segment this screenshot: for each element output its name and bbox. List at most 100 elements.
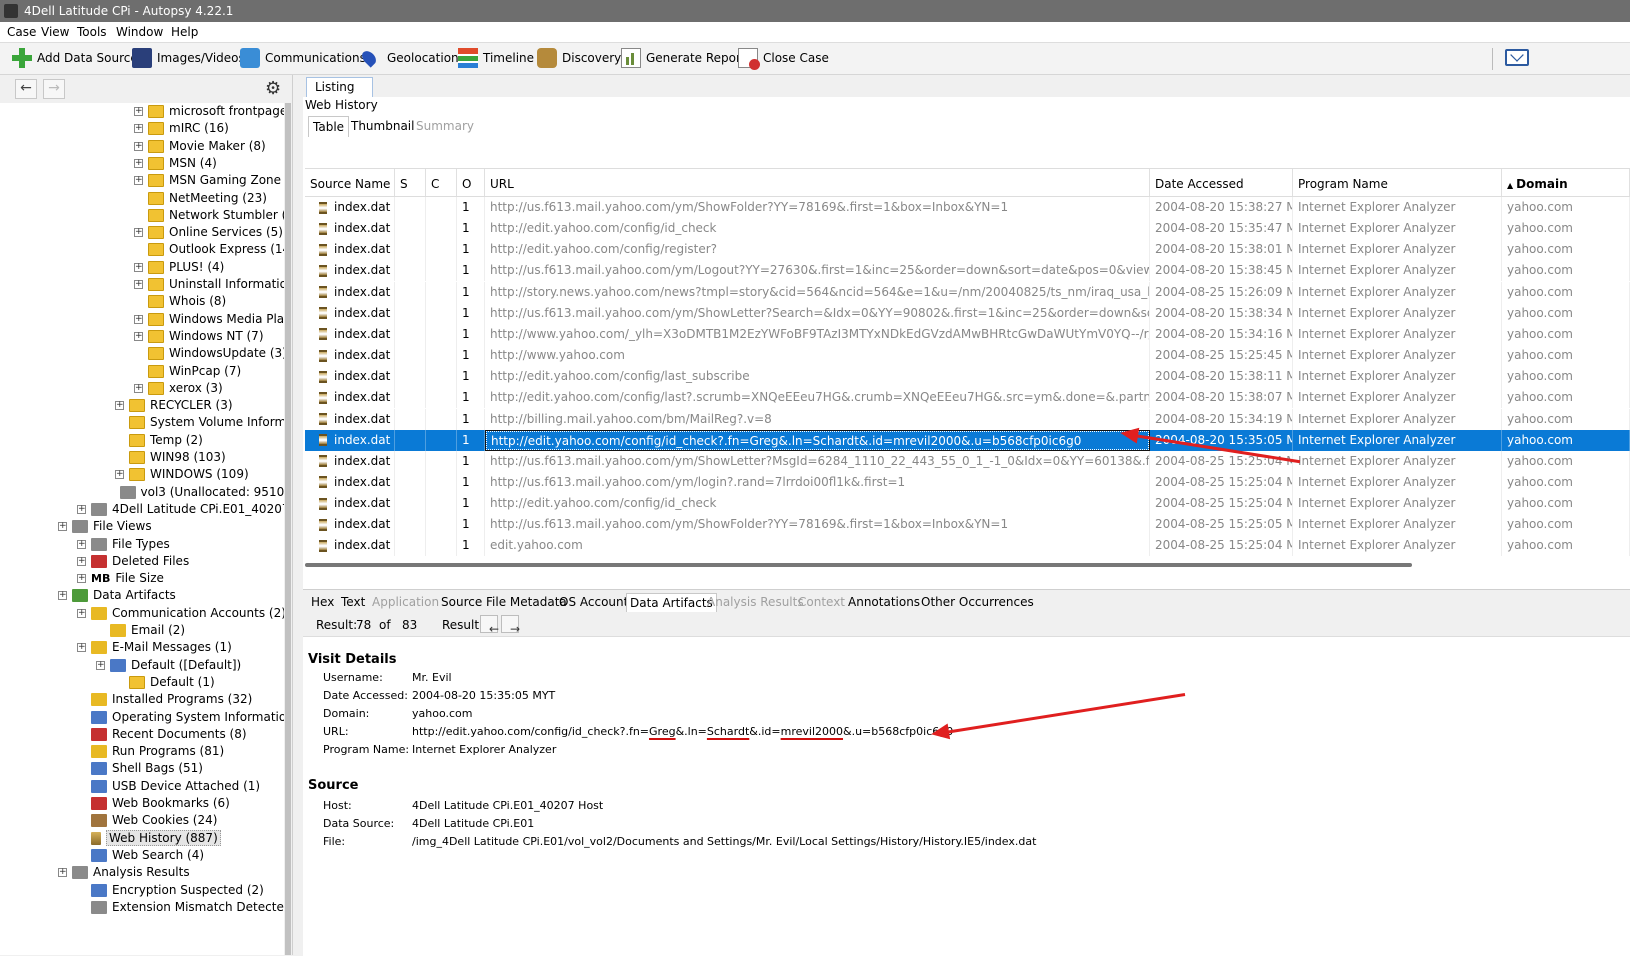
- expand-toggle-icon[interactable]: +: [134, 383, 143, 393]
- expand-toggle-icon[interactable]: +: [115, 401, 124, 411]
- expand-toggle-icon[interactable]: +: [58, 591, 67, 601]
- column-header[interactable]: Program Name: [1293, 169, 1502, 196]
- table-row[interactable]: index.dat 1 http://us.f613.mail.yahoo.com/…: [305, 471, 1630, 493]
- tab-os-account[interactable]: OS Account: [556, 593, 631, 612]
- discovery-button[interactable]: Discovery: [537, 47, 621, 69]
- tree-node[interactable]: + MSN Gaming Zone (3): [134, 172, 292, 189]
- table-row[interactable]: index.dat 1 http://us.f613.mail.yahoo.com/…: [305, 514, 1630, 536]
- tree-node[interactable]: + Windows Media Player (15): [134, 311, 292, 328]
- expand-toggle-icon[interactable]: +: [134, 158, 143, 168]
- tree-scrollbar[interactable]: [284, 103, 292, 955]
- back-button[interactable]: ←: [15, 79, 37, 99]
- tree-node[interactable]: Run Programs (81): [77, 743, 224, 760]
- tree-node[interactable]: + Analysis Results: [58, 864, 190, 881]
- column-header[interactable]: S: [395, 169, 426, 196]
- tab-annotations[interactable]: Annotations: [845, 593, 923, 612]
- tree-node[interactable]: Email (2): [96, 622, 185, 639]
- tree-node[interactable]: Recent Documents (8): [77, 726, 247, 743]
- table-row[interactable]: index.dat 1 http://us.f613.mail.yahoo.com/…: [305, 302, 1630, 324]
- tree-node[interactable]: +4Dell Latitude CPi.E01_40207 Host: [77, 501, 292, 518]
- tree-node[interactable]: + PLUS! (4): [134, 259, 224, 276]
- column-header[interactable]: ▲ Domain: [1502, 169, 1630, 196]
- tree-node[interactable]: + File Views: [58, 518, 152, 535]
- tree-node[interactable]: + File Types: [77, 536, 170, 553]
- tree-node[interactable]: Web Bookmarks (6): [77, 795, 230, 812]
- expand-toggle-icon[interactable]: +: [77, 556, 86, 566]
- close-case-button[interactable]: Close Case: [738, 47, 829, 70]
- prev-result-button[interactable]: ←: [480, 615, 499, 636]
- expand-toggle-icon[interactable]: +: [134, 107, 143, 116]
- column-header[interactable]: Date Accessed: [1150, 169, 1293, 196]
- tree-node[interactable]: + xerox (3): [134, 380, 223, 397]
- table-row[interactable]: index.dat 1 edit.yahoo.com 2004-08-25 15:25…: [305, 535, 1630, 557]
- tree-node[interactable]: + microsoft frontpage (3): [134, 103, 292, 120]
- tree-node[interactable]: + Uninstall Information (20): [134, 276, 292, 293]
- images-videos-button[interactable]: Images/Videos: [132, 47, 245, 69]
- tree-node[interactable]: System Volume Information (3): [115, 414, 292, 431]
- tree-scrollbar-thumb[interactable]: [285, 103, 291, 955]
- tree-node[interactable]: Shell Bags (51): [77, 760, 203, 777]
- tab-hex[interactable]: Hex: [308, 593, 337, 612]
- tab-table[interactable]: Table: [308, 116, 350, 137]
- gear-icon[interactable]: ⚙: [265, 79, 281, 99]
- tree-node[interactable]: + MB File Size: [77, 570, 164, 587]
- tab-listing[interactable]: Listing: [306, 77, 373, 97]
- table-row[interactable]: index.dat 1 http://billing.mail.yahoo.com/…: [305, 408, 1630, 430]
- geolocation-button[interactable]: Geolocation: [359, 47, 459, 69]
- tab-source-file-metadata[interactable]: Source File Metadata: [438, 593, 570, 612]
- tab-thumbnail[interactable]: Thumbnail: [347, 116, 418, 136]
- tab-text[interactable]: Text: [338, 593, 368, 612]
- tree-node[interactable]: + Default ([Default]): [96, 657, 241, 674]
- expand-toggle-icon[interactable]: +: [77, 643, 86, 653]
- table-row[interactable]: index.dat 1 http://edit.yahoo.com/config/l…: [305, 366, 1630, 388]
- generate-report-button[interactable]: Generate Report: [621, 47, 746, 69]
- communications-button[interactable]: Communications: [240, 47, 366, 69]
- tree-node[interactable]: Encryption Suspected (2): [77, 882, 264, 899]
- tree-node[interactable]: Web Search (4): [77, 847, 204, 864]
- tree-node[interactable]: USB Device Attached (1): [77, 778, 260, 795]
- tree-node[interactable]: Installed Programs (32): [77, 691, 252, 708]
- tree-node[interactable]: + Deleted Files: [77, 553, 189, 570]
- menu-window[interactable]: Window: [116, 25, 163, 39]
- tree-node[interactable]: + MSN (4): [134, 155, 217, 172]
- table-row[interactable]: index.dat 1 http://www.yahoo.com/_ylh=X3oD…: [305, 323, 1630, 345]
- expand-toggle-icon[interactable]: +: [58, 522, 67, 532]
- menu-help[interactable]: Help: [171, 25, 198, 39]
- tree-node[interactable]: Temp (2): [115, 432, 203, 449]
- table-row[interactable]: index.dat 1 http://edit.yahoo.com/config/i…: [305, 218, 1630, 240]
- expand-toggle-icon[interactable]: +: [134, 176, 143, 186]
- tree-node[interactable]: + RECYCLER (3): [115, 397, 233, 414]
- table-row[interactable]: index.dat 1 http://story.news.yahoo.com/ne…: [305, 281, 1630, 303]
- table-row[interactable]: index.dat 1 http://us.f613.mail.yahoo.com/…: [305, 197, 1630, 218]
- tree-node[interactable]: + Online Services (5): [134, 224, 283, 241]
- expand-toggle-icon[interactable]: +: [134, 331, 143, 341]
- table-row[interactable]: index.dat 1 http://edit.yahoo.com/config/i…: [305, 429, 1630, 451]
- expand-toggle-icon[interactable]: +: [115, 470, 124, 480]
- column-header[interactable]: O: [457, 169, 485, 196]
- tree-node[interactable]: WIN98 (103): [115, 449, 226, 466]
- next-result-button[interactable]: →: [501, 615, 520, 636]
- tree-node[interactable]: Whois (8): [134, 293, 226, 310]
- table-row[interactable]: index.dat 1 http://edit.yahoo.com/config/i…: [305, 493, 1630, 515]
- tree-node[interactable]: Network Stumbler (15): [134, 207, 292, 224]
- table-scrollbar-thumb[interactable]: [305, 563, 1412, 567]
- table-row[interactable]: index.dat 1 http://us.f613.mail.yahoo.com/…: [305, 450, 1630, 472]
- mail-icon[interactable]: [1505, 49, 1529, 66]
- expand-toggle-icon[interactable]: +: [77, 608, 86, 618]
- forward-button[interactable]: →: [43, 79, 65, 99]
- tree-node[interactable]: + Movie Maker (8): [134, 138, 266, 155]
- menu-view[interactable]: View: [41, 25, 69, 39]
- tree-node[interactable]: vol3 (Unallocated: 9510480-9514259): [106, 484, 292, 501]
- tree-node[interactable]: + WINDOWS (109): [115, 466, 249, 483]
- timeline-button[interactable]: Timeline: [458, 47, 534, 69]
- table-row[interactable]: index.dat 1 http://edit.yahoo.com/config/l…: [305, 387, 1630, 409]
- expand-toggle-icon[interactable]: +: [134, 262, 143, 272]
- expand-toggle-icon[interactable]: +: [134, 280, 143, 289]
- column-header[interactable]: URL: [485, 169, 1150, 196]
- menu-case[interactable]: Case: [7, 25, 36, 39]
- add-data-source-button[interactable]: Add Data Source: [12, 47, 138, 69]
- table-horizontal-scrollbar[interactable]: [305, 562, 1630, 570]
- tree-node[interactable]: Operating System Information (1): [77, 709, 292, 726]
- expand-toggle-icon[interactable]: +: [96, 660, 105, 670]
- menu-tools[interactable]: Tools: [77, 25, 107, 39]
